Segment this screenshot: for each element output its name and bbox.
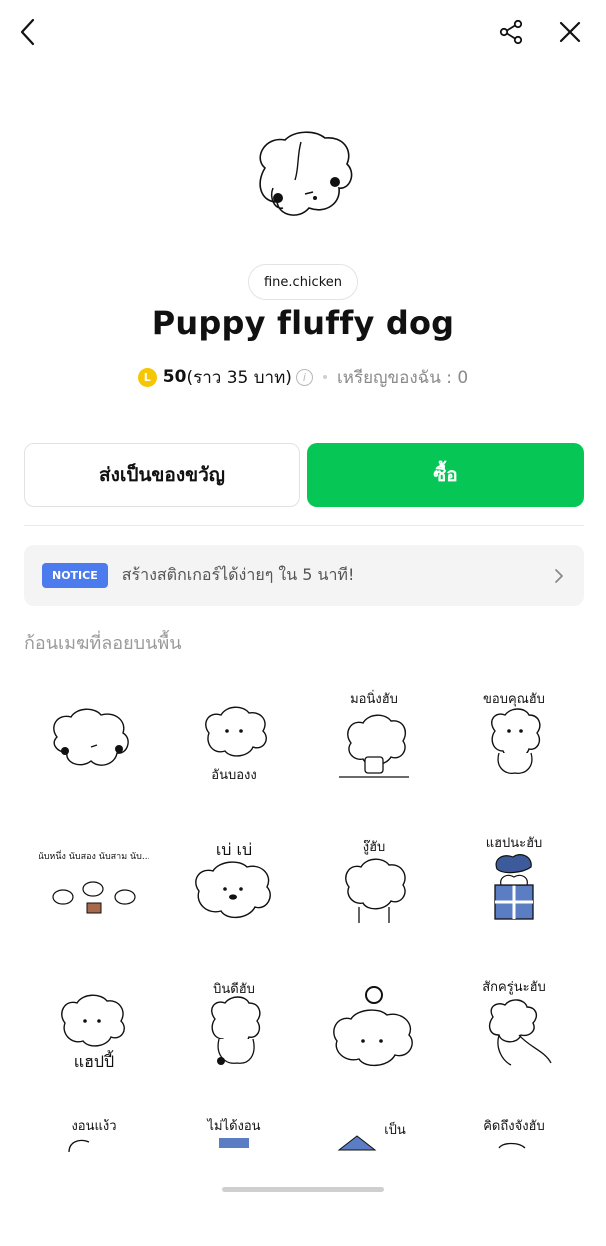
dog-sticker-illustration <box>259 131 353 216</box>
sticker-item[interactable]: แฮปนะฮับ <box>444 814 584 958</box>
sticker-caption: ขอบคุณฮับ <box>483 692 545 707</box>
sticker-caption: เป็น <box>384 1120 406 1138</box>
chevron-right-icon <box>555 568 563 583</box>
sticker-item[interactable]: เบ่ เบ่ <box>164 814 304 958</box>
my-coins: เหรียญของฉัน : 0 <box>336 367 469 388</box>
sticker-set-description: ก้อนเมฆที่ลอยบนพื้น <box>24 633 182 654</box>
notice-text: สร้างสติกเกอร์ได้ง่ายๆ ใน 5 นาที! <box>121 565 355 584</box>
sticker-caption: แฮปนะฮับ <box>486 836 543 851</box>
product-title: Puppy fluffy dog <box>151 304 455 342</box>
sticker-grid: อันบองง มอนิ่งฮับ ขอบคุณฮับ นับหนึ่ง นับ… <box>24 670 584 1246</box>
price-row: L 50 (ราว 35 บาท) i เหรียญของฉัน : 0 <box>0 363 606 391</box>
sticker-caption: อันบองง <box>211 768 256 783</box>
gift-button[interactable]: ส่งเป็นของขวัญ <box>24 443 300 507</box>
divider <box>24 525 584 526</box>
sticker-caption: ไม่ได้งอน <box>206 1118 260 1134</box>
home-indicator[interactable] <box>222 1187 384 1192</box>
sticker-caption: คิดถึงจังฮับ <box>483 1119 545 1134</box>
sticker-item[interactable]: นับหนึ่ง นับสอง นับสาม นับ... <box>24 814 164 958</box>
sticker-caption: งู๊ฮับ <box>363 840 386 855</box>
sticker-caption: แฮปปี้ <box>74 1050 114 1071</box>
back-button[interactable] <box>8 12 48 52</box>
share-button[interactable] <box>491 12 531 52</box>
sticker-caption: สักครู่นะฮับ <box>482 980 546 995</box>
sticker-item[interactable]: ไม่ได้งอน <box>164 1102 304 1246</box>
sticker-item[interactable]: คิดถึงจังฮับ <box>444 1102 584 1246</box>
info-icon[interactable]: i <box>295 368 313 386</box>
sticker-item[interactable]: งอนแง้ว <box>24 1102 164 1246</box>
buy-button[interactable]: ซื้อ <box>307 443 584 507</box>
sticker-caption: นับหนึ่ง นับสอง นับสาม นับ... <box>39 849 149 862</box>
sticker-item[interactable]: เป็น <box>304 1102 444 1246</box>
share-icon <box>499 19 523 45</box>
sticker-caption: บินดีฮับ <box>213 981 255 997</box>
separator-dot <box>322 375 327 379</box>
sticker-caption: เบ่ เบ่ <box>216 840 252 859</box>
notice-banner[interactable]: NOTICE สร้างสติกเกอร์ได้ง่ายๆ ใน 5 นาที! <box>24 545 584 606</box>
sticker-item[interactable]: อันบองง <box>164 670 304 814</box>
top-bar <box>0 0 606 64</box>
sticker-item[interactable]: แฮปปี้ <box>24 958 164 1102</box>
sticker-item[interactable] <box>24 670 164 814</box>
sticker-item[interactable] <box>304 958 444 1102</box>
author-chip[interactable]: fine.chicken <box>248 264 358 300</box>
sticker-item[interactable]: งู๊ฮับ <box>304 814 444 958</box>
sticker-item[interactable]: ขอบคุณฮับ <box>444 670 584 814</box>
close-button[interactable] <box>550 12 590 52</box>
sticker-caption: งอนแง้ว <box>71 1119 116 1134</box>
line-coin-icon: L <box>137 367 157 387</box>
notice-badge: NOTICE <box>42 563 108 588</box>
sticker-item[interactable]: สักครู่นะฮับ <box>444 958 584 1102</box>
close-icon <box>559 21 581 43</box>
price-value: 50 <box>162 367 187 387</box>
price-approx: (ราว 35 บาท) <box>186 367 292 388</box>
sticker-item[interactable]: มอนิ่งฮับ <box>304 670 444 814</box>
sticker-item[interactable]: บินดีฮับ <box>164 958 304 1102</box>
chevron-left-icon <box>20 18 35 46</box>
sticker-caption: มอนิ่งฮับ <box>350 690 398 707</box>
sticker-main-image <box>0 128 606 228</box>
